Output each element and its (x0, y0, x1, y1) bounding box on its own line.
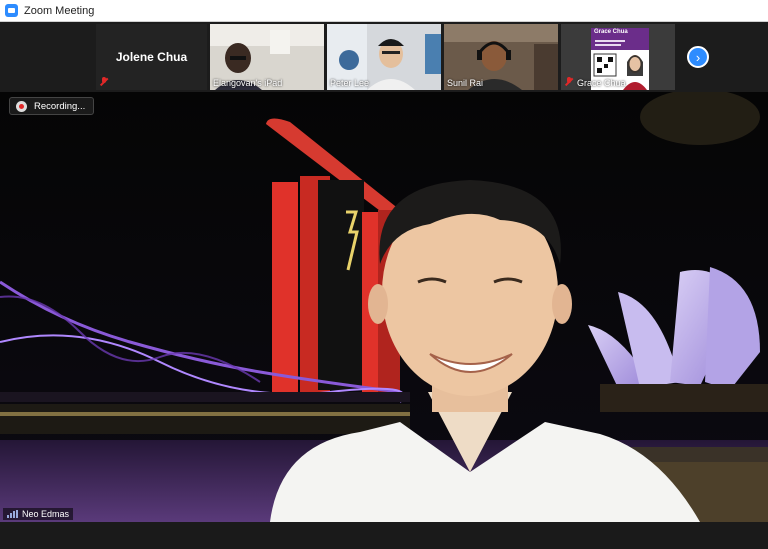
title-bar: Zoom Meeting (0, 0, 768, 22)
participant-tile-sunil-rai[interactable]: Sunil Rai (444, 24, 558, 90)
recording-icon (16, 100, 27, 112)
slide-heading: Grace Chua (594, 29, 628, 35)
speaker-name-tag: Neo Edmas (3, 508, 74, 520)
participant-strip: Jolene Chua Elangovan's iPad Peter Lee S… (0, 22, 768, 92)
recording-label: Recording... (34, 100, 86, 112)
recording-indicator[interactable]: Recording... (9, 97, 95, 115)
muted-mic-icon (100, 77, 108, 87)
participant-tile-elangovan[interactable]: Elangovan's iPad (210, 24, 324, 90)
participant-tile-jolene-chua[interactable]: Jolene Chua (96, 24, 207, 90)
bottom-bar (0, 522, 768, 549)
speaker-name: Neo Edmas (22, 509, 70, 519)
participant-name: Grace Chua (577, 78, 626, 88)
connection-signal-icon (7, 510, 18, 518)
muted-mic-icon (565, 77, 573, 87)
active-speaker-view: Recording... Neo Edmas (0, 92, 768, 522)
participant-name: Jolene Chua (115, 50, 188, 64)
participant-name: Peter Lee (330, 78, 370, 88)
next-page-button[interactable]: › (687, 46, 709, 68)
participant-name: Elangovan's iPad (213, 78, 283, 88)
speaker-video (0, 92, 768, 522)
participant-tile-peter-lee[interactable]: Peter Lee (327, 24, 441, 90)
zoom-window: Zoom Meeting Jolene Chua Elangovan's iPa… (0, 0, 768, 549)
participant-name: Sunil Rai (447, 78, 484, 88)
window-title: Zoom Meeting (24, 4, 95, 17)
chevron-right-icon: › (695, 49, 701, 65)
participant-tile-grace-chua[interactable]: Grace Chua Grace Chua (561, 24, 675, 90)
zoom-app-icon (5, 4, 18, 17)
